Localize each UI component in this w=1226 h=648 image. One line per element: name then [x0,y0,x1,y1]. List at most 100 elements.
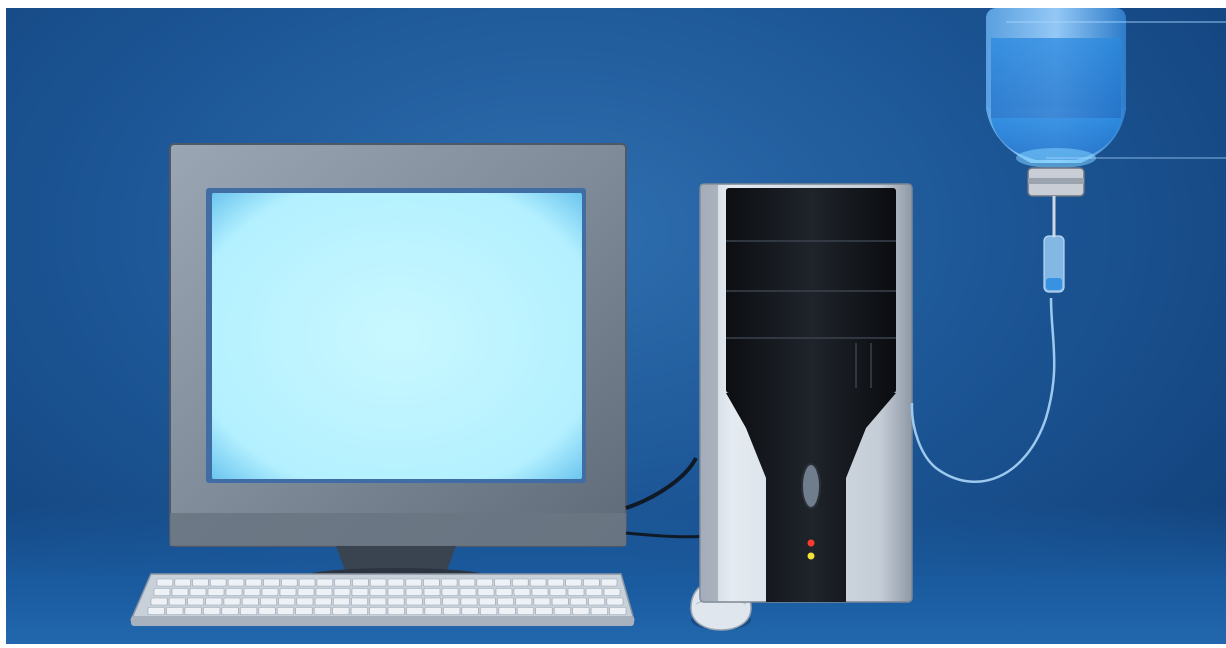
keyboard-key [600,578,618,587]
illustration-scene [6,8,1226,644]
keyboard-key [479,607,498,615]
crt-monitor-icon [169,143,627,584]
keyboard-key [263,578,280,587]
keyboard-key [184,607,202,615]
keyboard-key [460,597,478,606]
keyboard-key [351,588,369,596]
keyboard-key [298,578,316,587]
keyboard-key [606,597,624,606]
disk-led-icon [807,552,815,560]
keyboard-key [350,607,368,615]
keyboard-key [533,597,551,606]
keyboard-key [461,607,479,615]
keyboard-key [150,597,168,606]
keyboard-key [334,578,351,587]
keyboard-key [387,578,405,587]
keyboard-key [549,588,567,596]
keyboard-key [529,578,547,587]
keyboard-key [406,607,424,615]
keyboard-key [297,588,315,596]
keyboard-key [423,578,440,587]
keyboard-key [156,578,174,587]
keyboard-key [369,588,387,596]
keyboard-key [603,588,621,596]
keyboard-key [569,597,587,606]
scene-svg [129,8,1226,631]
keyboard-key [261,588,279,596]
keyboard-key [241,597,259,606]
iv-tube-icon [910,297,1056,484]
keyboard-key [315,588,333,596]
monitor-screen [212,193,582,479]
keyboard-key [497,597,514,606]
keyboard-key [498,607,516,615]
keyboard-key [258,607,276,615]
keyboard-key [279,588,297,596]
keyboard-key [223,597,241,606]
keyboard-key [369,607,387,615]
keyboard-key [316,578,333,587]
keyboard-key [314,597,332,606]
keyboard-key [494,578,511,587]
keyboard-key [459,588,477,596]
keyboard-key [551,597,569,606]
keyboard-key [313,607,332,615]
keyboard-icon [129,573,635,626]
keyboard-key [281,578,298,587]
keyboard-key [352,578,369,587]
keyboard-key [516,607,535,615]
power-button[interactable] [801,463,821,509]
keyboard-key [513,588,531,596]
keyboard-key [153,588,171,596]
keyboard-key [531,588,549,596]
iv-bag-icon [986,8,1226,293]
keyboard-key [547,578,565,587]
keyboard-key [424,597,442,606]
keyboard-key [588,597,606,606]
keyboard-key [478,597,496,606]
keyboard-key [278,597,296,606]
keyboard-key [609,607,627,615]
keyboard-key [171,588,189,596]
keyboard-key [296,597,314,606]
keyboard-key [443,607,461,615]
tower-case-icon [699,183,913,603]
keyboard-key [495,588,513,596]
keyboard-key [440,578,458,587]
keyboard-key [333,588,351,596]
keyboard-key [369,597,387,606]
keyboard-key [424,607,442,615]
keyboard-key [572,607,590,615]
keyboard-key [210,578,227,587]
keyboard-key [166,607,184,615]
power-led-icon [807,539,815,547]
keyboard-key [240,607,258,615]
keyboard-key [567,588,585,596]
keyboard-key [295,607,313,615]
keyboard-key [515,597,533,606]
keyboard-key [442,597,460,606]
keyboard-key [225,588,243,596]
keyboard-key [535,607,553,615]
keyboard-key [565,578,582,587]
keyboard-key [276,607,295,615]
keyboard-key [147,607,165,615]
keyboard-key [189,588,207,596]
keyboard-key [585,588,603,596]
keyboard-key [583,578,600,587]
keyboard-key [332,597,350,606]
keyboard-key [553,607,572,615]
keyboard-key [227,578,245,587]
keyboard-key [243,588,261,596]
keyboard-key [512,578,529,587]
keyboard-key [332,607,350,615]
keyboard-key [174,578,191,587]
keyboard-key [192,578,209,587]
keyboard-key [351,597,369,606]
keyboard-key [590,607,608,615]
keyboard-key [387,588,405,596]
keyboard-key [187,597,205,606]
keyboard-key [405,597,423,606]
keyboard-key [168,597,186,606]
keyboard-key [387,607,405,615]
